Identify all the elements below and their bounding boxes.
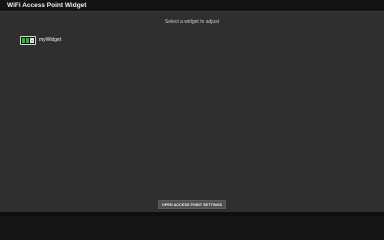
- open-access-point-settings-button[interactable]: OPEN ACCESS POINT SETTINGS: [158, 200, 226, 209]
- title-bar: WiFi Access Point Widget: [0, 0, 384, 12]
- wifi-widget-icon: [20, 35, 36, 45]
- widget-item-mywidget[interactable]: myWidget: [20, 35, 61, 45]
- app-window: WiFi Access Point Widget Select a widget…: [0, 0, 384, 216]
- select-widget-hint: Select a widget to adjust: [164, 19, 220, 25]
- widget-list-panel: Select a widget to adjust myWidget: [0, 12, 384, 210]
- widget-label: myWidget: [39, 36, 62, 43]
- bottom-bar: [0, 212, 384, 216]
- window-title: WiFi Access Point Widget: [7, 2, 87, 9]
